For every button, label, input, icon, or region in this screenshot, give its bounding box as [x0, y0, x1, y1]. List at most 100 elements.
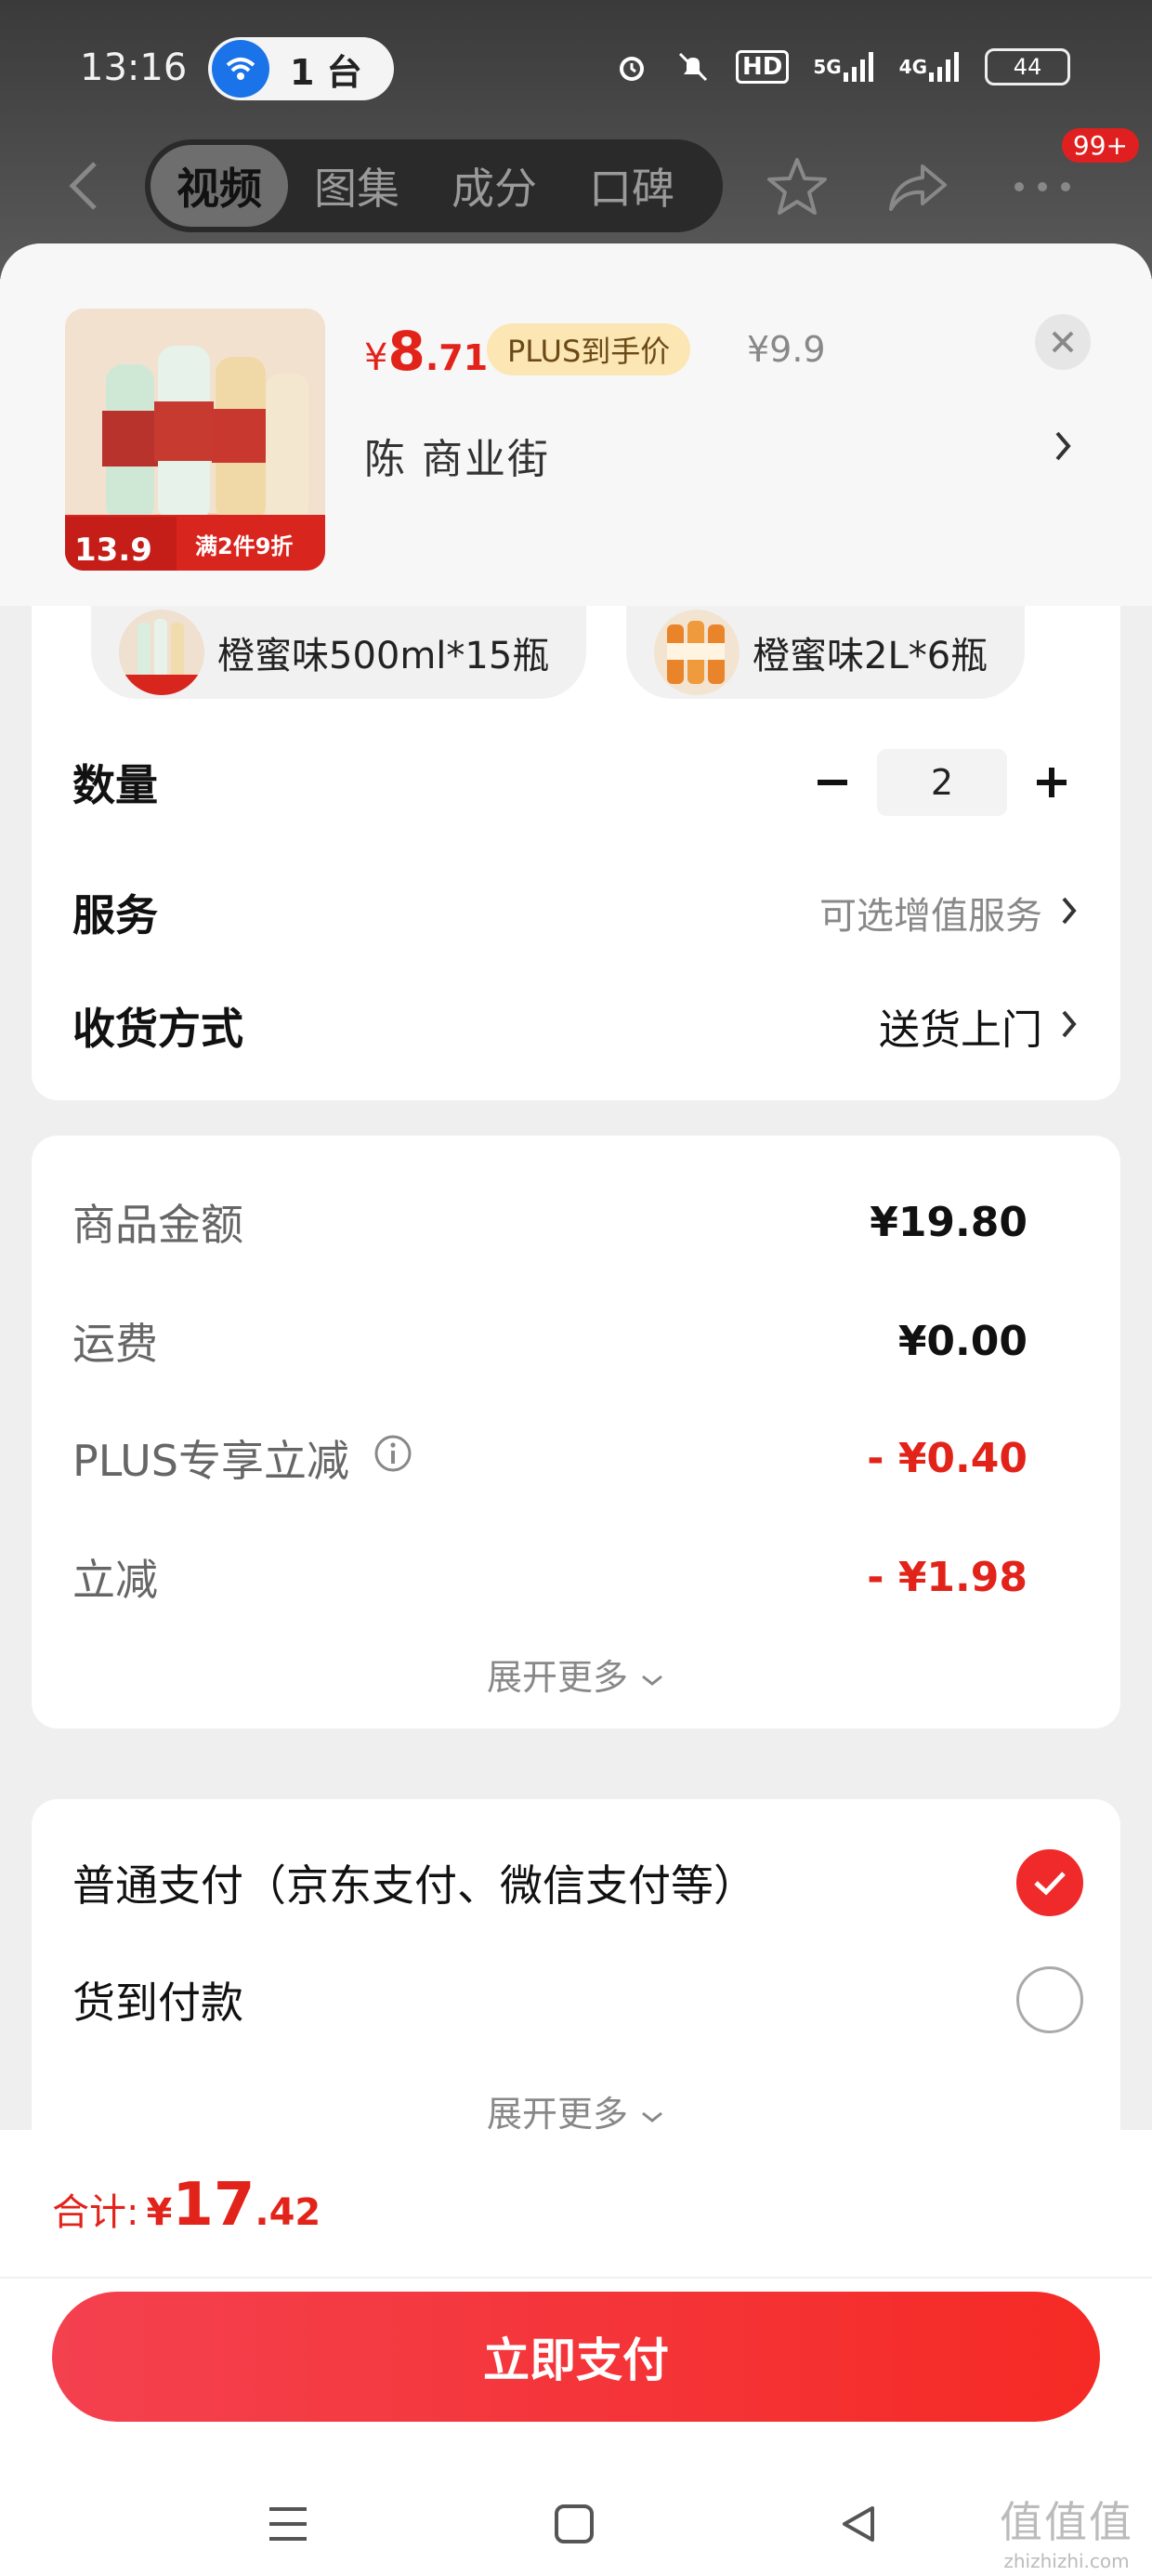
media-tabs: 视频 图集 成分 口碑 [145, 139, 723, 232]
back-arrow-icon[interactable] [56, 156, 111, 216]
pay-now-button[interactable]: 立即支付 [52, 2292, 1100, 2422]
amount-label: 商品金额 [72, 1200, 243, 1250]
navbar-actions: 99+ [762, 128, 1152, 232]
message-badge: 99+ [1061, 128, 1139, 163]
amount-value: ¥19.80 [870, 1198, 1028, 1246]
site-watermark: 值值值 zhizhizhi.com [1000, 2489, 1133, 2572]
quantity-row: 数量 2 [72, 745, 1080, 820]
expand-more-label: 展开更多 [486, 2094, 628, 2135]
amount-label-group: PLUS专享立减 [72, 1427, 412, 1489]
amount-summary-card: 商品金额 ¥19.80 运费 ¥0.00 PLUS专享立减 - ¥0.40 立减… [32, 1136, 1120, 1728]
favorite-star-icon[interactable] [762, 154, 832, 219]
divider [0, 2277, 1152, 2279]
system-navigation-bar [0, 2476, 1152, 2569]
chevron-down-icon [639, 2094, 665, 2135]
variant-option-2[interactable]: 橙蜜味2L*6瓶 [626, 606, 1026, 699]
chevron-down-icon [639, 1657, 665, 1698]
options-card: 橙蜜味500ml*15瓶 橙蜜味2L*6瓶 数量 2 服务 可选增值服务 收货方… [32, 606, 1120, 1100]
watermark-logo: 值值值 [1000, 2497, 1133, 2547]
minus-icon[interactable] [805, 755, 860, 810]
delivery-row[interactable]: 收货方式 送货上门 [72, 989, 1080, 1063]
checkout-bar: 合计: ¥ 17 .42 立即支付 值值值 zhizhizhi.com [0, 2130, 1152, 2576]
amount-row: 运费 ¥0.00 [72, 1308, 1028, 1373]
checkmark-radio-icon[interactable] [1016, 1849, 1083, 1916]
service-row[interactable]: 服务 可选增值服务 [72, 875, 1080, 950]
variant-label: 橙蜜味2L*6瓶 [753, 635, 988, 677]
service-label: 服务 [72, 890, 158, 940]
delivery-value-group: 送货上门 [879, 996, 1080, 1056]
chevron-right-icon[interactable] [1052, 426, 1074, 470]
connected-device-pill[interactable]: 1 台 [208, 37, 394, 100]
tab-ingredients[interactable]: 成分 [425, 145, 563, 227]
signal-4g-icon: 4G [899, 52, 961, 82]
device-count-label: 1 台 [290, 51, 362, 93]
quantity-stepper: 2 [805, 749, 1080, 816]
amount-row: PLUS专享立减 - ¥0.40 [72, 1426, 1028, 1491]
price-decimal: .71 [425, 337, 489, 378]
original-price: ¥9.9 [747, 329, 826, 370]
chevron-right-icon [1059, 892, 1080, 933]
service-value: 可选增值服务 [819, 895, 1042, 938]
delivery-value: 送货上门 [879, 1006, 1042, 1054]
product-thumbnail[interactable]: 13.9 满2件9折 [65, 309, 325, 571]
tab-reviews[interactable]: 口碑 [563, 145, 700, 227]
radio-icon[interactable] [1016, 1966, 1083, 2033]
share-icon[interactable] [883, 154, 953, 219]
price-integer: 8 [387, 320, 425, 383]
signal-5g-label: 5G [813, 56, 842, 78]
total-label: 合计: [52, 2191, 139, 2234]
back-triangle-icon[interactable] [831, 2496, 886, 2552]
status-time: 13:16 [80, 46, 188, 89]
signal-4g-label: 4G [898, 56, 927, 78]
mute-bell-icon [674, 48, 712, 85]
watermark-url: zhizhizhi.com [1003, 2550, 1130, 2572]
signal-5g-icon: 5G [813, 52, 874, 82]
variant-thumbnail [119, 610, 204, 695]
system-icons: HD 5G 4G 44 [613, 48, 1070, 85]
payment-option-normal[interactable]: 普通支付（京东支付、微信支付等） [72, 1846, 1083, 1920]
payment-option-cod[interactable]: 货到付款 [72, 1963, 1083, 2037]
service-value-group: 可选增值服务 [819, 886, 1080, 940]
shop-name[interactable]: 陈 商业街 [364, 426, 550, 485]
plus-icon[interactable] [1024, 755, 1080, 810]
wifi-icon [212, 40, 269, 98]
product-navbar: 视频 图集 成分 口碑 99+ [0, 128, 1152, 232]
amount-label: PLUS专享立减 [72, 1436, 349, 1486]
info-icon[interactable] [373, 1433, 412, 1483]
chevron-right-icon [1059, 1005, 1080, 1046]
thumbnail-price-badge: 13.9 [74, 532, 152, 569]
amount-value: - ¥1.98 [867, 1553, 1028, 1601]
expand-more-amounts[interactable]: 展开更多 [32, 1649, 1120, 1700]
close-icon[interactable] [1035, 314, 1091, 370]
amount-label: 立减 [72, 1555, 158, 1605]
amount-value: ¥0.00 [897, 1317, 1028, 1365]
home-square-icon[interactable] [546, 2496, 602, 2552]
more-dots-icon[interactable] [1007, 154, 1078, 219]
tab-gallery[interactable]: 图集 [288, 145, 425, 227]
hd-icon: HD [735, 50, 790, 84]
total-integer: 17 [172, 2171, 255, 2240]
payment-option-label: 货到付款 [72, 1978, 243, 2028]
amount-label: 运费 [72, 1319, 158, 1369]
alarm-icon [613, 48, 650, 85]
payment-option-label: 普通支付（京东支付、微信支付等） [72, 1860, 756, 1911]
status-bar: 13:16 1 台 HD 5G 4G 44 [0, 37, 1152, 100]
amount-row: 立减 - ¥1.98 [72, 1544, 1028, 1610]
amount-value: - ¥0.40 [867, 1434, 1028, 1482]
delivery-label: 收货方式 [72, 1004, 243, 1054]
battery-icon: 44 [985, 48, 1070, 85]
total-currency: ¥ [146, 2191, 173, 2234]
expand-more-payment[interactable]: 展开更多 [32, 2085, 1120, 2136]
product-header: 13.9 满2件9折 ¥ 8 .71 PLUS到手价 ¥9.9 陈 商业街 [0, 243, 1152, 606]
quantity-label: 数量 [72, 760, 158, 810]
plus-price-tag: PLUS到手价 [487, 323, 691, 375]
order-total: 合计: ¥ 17 .42 [52, 2171, 321, 2240]
quantity-input[interactable]: 2 [877, 749, 1007, 816]
thumbnail-promo-text: 满2件9折 [195, 533, 294, 559]
product-price: ¥ 8 .71 [364, 320, 488, 383]
tab-video[interactable]: 视频 [151, 145, 288, 227]
variant-option-1[interactable]: 橙蜜味500ml*15瓶 [91, 606, 587, 699]
menu-icon[interactable] [260, 2496, 316, 2552]
variant-thumbnail [654, 610, 740, 695]
price-currency: ¥ [364, 336, 388, 379]
